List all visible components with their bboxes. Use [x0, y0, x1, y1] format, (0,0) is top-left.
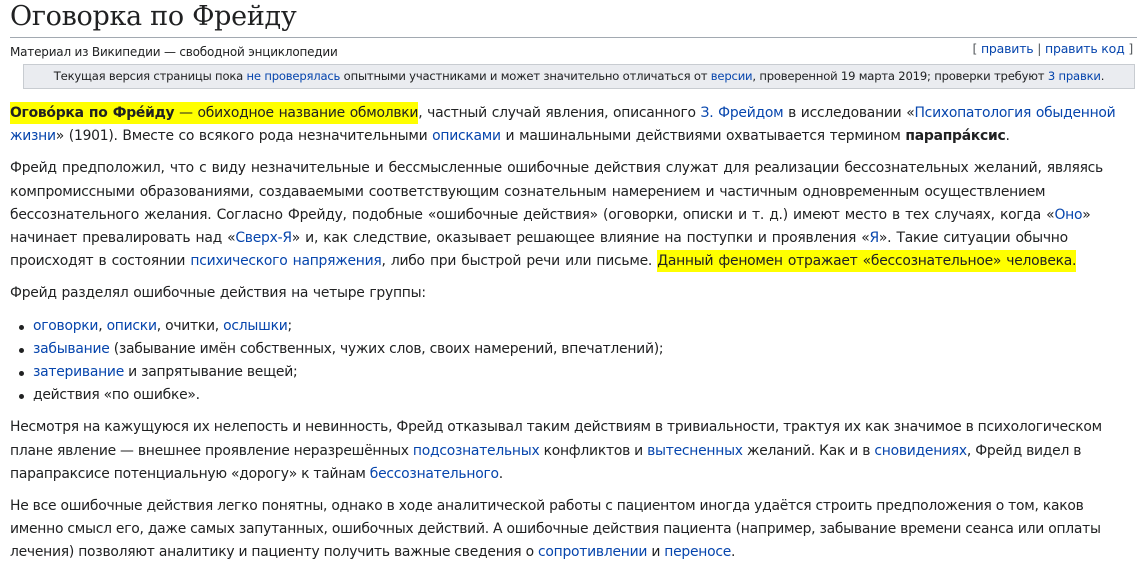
freud-link[interactable]: З. Фрейдом: [701, 105, 784, 121]
edit-separator: |: [1033, 41, 1046, 56]
site-subtitle: Материал из Википедии — свободной энцикл…: [10, 45, 338, 59]
slips-of-pen-list-link[interactable]: описки: [107, 318, 157, 334]
paragraph-text: .: [1005, 128, 1010, 145]
paragraph-text: , частный случай явления, описанного: [418, 105, 701, 121]
highlighted-sentence: Данный феномен отражает «бессознательное…: [657, 250, 1076, 273]
slips-of-tongue-link[interactable]: оговорки: [33, 318, 98, 334]
significance-paragraph: Несмотря на кажущуюся их нелепость и нев…: [10, 416, 1135, 486]
subconscious-link[interactable]: подсознательных: [413, 443, 540, 459]
article-term: Огово́рка по Фре́йду: [10, 105, 175, 121]
intro-paragraph: Огово́рка по Фре́йду — обиходное названи…: [10, 102, 1135, 148]
list-item: действия «по ошибке».: [19, 384, 1135, 407]
list-text: ,: [98, 317, 107, 334]
paragraph-text: желаний. Как и в: [742, 442, 875, 459]
highlighted-definition: Огово́рка по Фре́йду — обиходное названи…: [10, 102, 418, 124]
edit-link[interactable]: править: [981, 41, 1034, 56]
dreams-link[interactable]: сновидениях: [874, 443, 967, 459]
pending-edits-link[interactable]: 3 правки: [1048, 69, 1101, 83]
slips-of-pen-link[interactable]: описками: [432, 128, 501, 144]
analysis-paragraph: Не все ошибочные действия легко понятны,…: [10, 495, 1135, 565]
paragraph-text: конфликтов и: [539, 442, 648, 459]
notice-text: , проверенной 19 марта 2019; проверки тр…: [752, 69, 1048, 83]
list-text: и запрятывание вещей;: [124, 364, 298, 381]
list-item: затеривание и запрятывание вещей;: [19, 361, 1135, 384]
id-link[interactable]: Оно: [1054, 207, 1082, 223]
flagged-revs-notice: Текущая версия страницы пока не проверял…: [23, 64, 1135, 89]
forgetting-link[interactable]: забывание: [33, 341, 110, 357]
page-title: Оговорка по Фрейду: [10, 0, 1137, 38]
mental-tension-link[interactable]: психического напряжения: [190, 253, 381, 269]
notice-text: .: [1100, 69, 1105, 83]
paragraph-text: и: [647, 544, 665, 561]
list-item: забывание (забывание имён собственных, ч…: [19, 338, 1135, 361]
repressed-link[interactable]: вытесненных: [647, 443, 743, 459]
stable-version-link[interactable]: версии: [711, 69, 753, 83]
edit-bracket-close: ]: [1124, 41, 1133, 56]
unconscious-link[interactable]: бессознательного: [370, 466, 499, 482]
list-text: , очитки,: [156, 317, 224, 334]
definition-text: — обиходное название обмолвки: [174, 105, 419, 121]
list-text: ;: [287, 317, 293, 334]
paragraph-text: .: [731, 544, 736, 561]
theory-paragraph: Фрейд предположил, что с виду незначител…: [10, 157, 1135, 273]
paragraph-text: , либо при быстрой речи или письме.: [381, 253, 658, 270]
article-content: Огово́рка по Фре́йду — обиходное названи…: [10, 102, 1135, 574]
list-text: (забывание имён собственных, чужих слов,…: [109, 340, 664, 357]
error-groups-list: оговорки, описки, очитки, ослышки; забыв…: [10, 315, 1135, 408]
edit-bracket-open: [: [972, 41, 981, 56]
ego-link[interactable]: Я: [870, 230, 880, 246]
edit-links: [ править | править код ]: [972, 41, 1133, 57]
paragraph-text: и машинальными действиями охватывается т…: [500, 128, 906, 145]
parapraxis-term: парапра́ксис: [905, 128, 1006, 145]
edit-source-link[interactable]: править код: [1045, 41, 1125, 56]
superego-link[interactable]: Сверх-Я: [235, 230, 292, 246]
resistance-link[interactable]: сопротивлении: [538, 544, 647, 560]
list-item: оговорки, описки, очитки, ослышки;: [19, 315, 1135, 338]
losing-link[interactable]: затеривание: [33, 364, 124, 380]
list-text: действия «по ошибке».: [33, 387, 200, 404]
not-reviewed-link[interactable]: не проверялась: [247, 69, 341, 83]
paragraph-text: » и, как следствие, оказывает решающее в…: [291, 230, 870, 247]
notice-text: Текущая версия страницы пока: [53, 69, 247, 83]
paragraph-text: в исследовании «: [783, 105, 915, 121]
paragraph-text: » (1901). Вместе со всякого рода незначи…: [55, 128, 433, 145]
paragraph-text: Фрейд предположил, что с виду незначител…: [10, 160, 1103, 223]
article-page: Оговорка по Фрейду Материал из Википедии…: [0, 0, 1147, 560]
transference-link[interactable]: переносе: [664, 544, 731, 560]
notice-text: опытными участниками и может значительно…: [340, 69, 711, 83]
paragraph-text: .: [498, 465, 503, 482]
mishearings-link[interactable]: ослышки: [223, 318, 288, 334]
groups-intro-paragraph: Фрейд разделял ошибочные действия на чет…: [10, 285, 426, 302]
